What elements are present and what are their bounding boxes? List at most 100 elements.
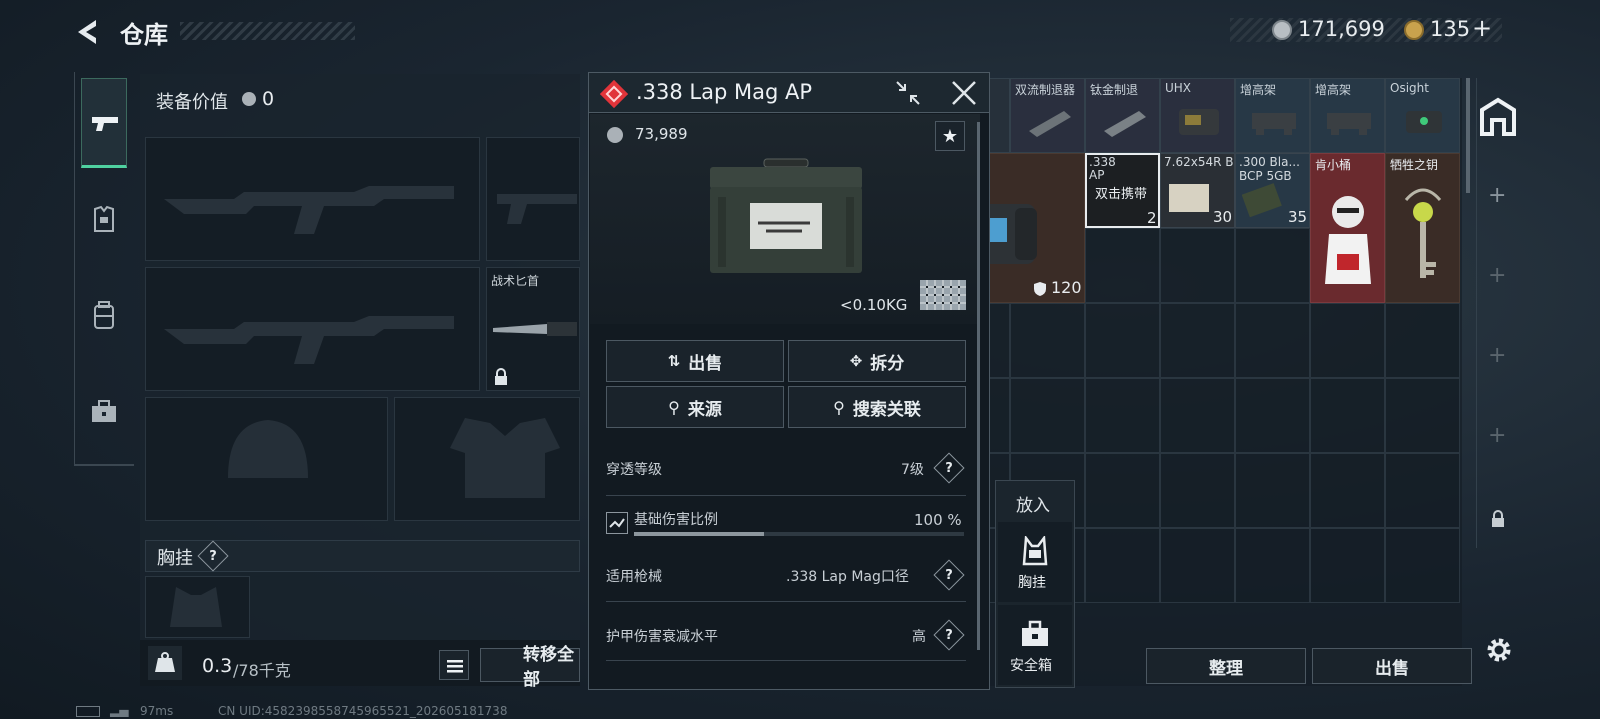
user-uid: CN UID:4582398558745965521_202605181738 bbox=[218, 704, 508, 718]
storage-item-ammo-762[interactable]: 7.62x54R B 30 bbox=[1160, 153, 1235, 228]
storage-tab-home[interactable] bbox=[1478, 96, 1518, 138]
add-storage-tab-button[interactable]: + bbox=[1488, 423, 1506, 448]
popup-sell-button[interactable]: ⇅ 出售 bbox=[606, 340, 784, 382]
armor-slot[interactable] bbox=[394, 397, 580, 521]
popup-split-button[interactable]: ✥ 拆分 bbox=[788, 340, 966, 382]
storage-grid-cell[interactable] bbox=[1160, 228, 1235, 303]
storage-grid-cell[interactable] bbox=[1160, 303, 1235, 378]
storage-grid-cell[interactable] bbox=[1385, 453, 1460, 528]
stat-value: 高 bbox=[912, 629, 926, 645]
tab-backpack[interactable] bbox=[81, 292, 127, 342]
ammo-box-icon bbox=[1242, 183, 1282, 218]
rifle-silhouette-icon bbox=[164, 186, 454, 234]
tab-case[interactable] bbox=[81, 388, 127, 438]
popup-scrollbar[interactable] bbox=[977, 122, 980, 650]
red-dot-sight-icon bbox=[1406, 111, 1442, 133]
muzzle-brake-icon bbox=[1104, 111, 1146, 137]
storage-grid-cell[interactable] bbox=[1385, 303, 1460, 378]
star-icon: ★ bbox=[941, 125, 959, 147]
weight-total: /78千克 bbox=[233, 661, 291, 680]
riser-mount-icon bbox=[1327, 113, 1371, 135]
storage-top-item[interactable]: 增高架 bbox=[1235, 78, 1310, 153]
storage-grid-cell[interactable] bbox=[1235, 228, 1310, 303]
transfer-all-button[interactable]: 转移全部 bbox=[480, 645, 580, 690]
search-icon: ⚲ bbox=[668, 397, 680, 417]
storage-grid-cell[interactable] bbox=[1160, 453, 1235, 528]
scope-icon bbox=[1179, 109, 1219, 135]
storage-grid-cell[interactable] bbox=[1085, 228, 1160, 303]
storage-grid-cell[interactable] bbox=[1310, 378, 1385, 453]
coin-icon bbox=[242, 92, 256, 106]
storage-grid-cell[interactable] bbox=[1310, 528, 1385, 603]
storage-item-ammo-300[interactable]: .300 Bla... BCP 5GB 35 bbox=[1235, 153, 1310, 228]
double-click-carry-overlay: 双击携带 bbox=[1095, 187, 1148, 202]
storage-sell-button[interactable]: 出售 bbox=[1312, 648, 1472, 684]
favorite-button[interactable]: ★ bbox=[935, 121, 965, 151]
storage-item-sacrifice-key[interactable]: 牺牲之钥 bbox=[1385, 153, 1460, 303]
knife-slot[interactable]: 战术匕首 bbox=[486, 267, 580, 391]
storage-top-item[interactable]: 钛金制退 bbox=[1085, 78, 1160, 153]
secondary-weapon-slot[interactable] bbox=[145, 267, 480, 391]
storage-grid-cell[interactable] bbox=[1310, 303, 1385, 378]
storage-grid-cell[interactable] bbox=[1235, 378, 1310, 453]
popup-source-button[interactable]: ⚲ 来源 bbox=[606, 386, 784, 428]
storage-item-ammo-338[interactable]: .338 AP 双击携带 2 bbox=[1085, 153, 1160, 228]
add-storage-tab-button[interactable]: + bbox=[1488, 183, 1506, 208]
storage-grid-cell[interactable] bbox=[1085, 528, 1160, 603]
storage-grid-cell[interactable] bbox=[1160, 378, 1235, 453]
storage-grid-cell[interactable] bbox=[1010, 378, 1085, 453]
storage-top-item[interactable]: UHX bbox=[1160, 78, 1235, 153]
lock-icon bbox=[495, 368, 507, 385]
storage-grid-cell[interactable] bbox=[1235, 303, 1310, 378]
storage-top-item[interactable]: 增高架 bbox=[1310, 78, 1385, 153]
put-in-chest-rig-button[interactable]: 胸挂 bbox=[998, 522, 1072, 602]
armor-shield-icon bbox=[1034, 282, 1046, 296]
item-count: 120 bbox=[1051, 278, 1082, 297]
popup-search-related-button[interactable]: ⚲ 搜索关联 bbox=[788, 386, 966, 428]
storage-item-kfc-bucket[interactable]: 肯小桶 bbox=[1310, 153, 1385, 303]
split-icon: ✥ bbox=[849, 352, 863, 370]
search-icon: ⚲ bbox=[833, 397, 845, 417]
add-currency-button[interactable]: + bbox=[1472, 14, 1492, 42]
storage-grid-cell[interactable] bbox=[1160, 528, 1235, 603]
storage-grid-cell[interactable] bbox=[1235, 453, 1310, 528]
storage-scrollbar[interactable] bbox=[1466, 78, 1470, 193]
item-price: 73,989 bbox=[635, 125, 688, 143]
collapse-button[interactable] bbox=[893, 78, 923, 108]
add-storage-tab-button[interactable]: + bbox=[1488, 343, 1506, 368]
list-view-button[interactable] bbox=[439, 650, 469, 680]
tab-armor[interactable] bbox=[81, 195, 127, 245]
gold-coin-icon bbox=[1404, 20, 1424, 40]
settings-button[interactable] bbox=[1483, 634, 1515, 666]
weight-icon bbox=[148, 646, 182, 680]
sell-icon: ⇅ bbox=[667, 352, 681, 370]
storage-grid-cell[interactable] bbox=[1385, 378, 1460, 453]
add-storage-tab-button[interactable]: + bbox=[1488, 263, 1506, 288]
sort-button[interactable]: 整理 bbox=[1146, 648, 1306, 684]
put-in-safe-box-button[interactable]: 安全箱 bbox=[998, 605, 1072, 685]
storage-grid-cell[interactable] bbox=[1385, 528, 1460, 603]
chest-rig-slot[interactable] bbox=[145, 576, 250, 638]
storage-top-item[interactable]: Osight bbox=[1385, 78, 1460, 153]
storage-grid-cell[interactable] bbox=[1085, 303, 1160, 378]
storage-grid-cell[interactable] bbox=[1010, 303, 1085, 378]
storage-grid-cell[interactable] bbox=[1085, 378, 1160, 453]
sidearm-slot[interactable] bbox=[486, 137, 580, 261]
back-button[interactable] bbox=[72, 16, 104, 48]
damage-ratio-track bbox=[634, 532, 964, 536]
storage-grid-cell[interactable] bbox=[1085, 453, 1160, 528]
close-button[interactable] bbox=[949, 78, 979, 108]
storage-grid-cell[interactable] bbox=[1310, 453, 1385, 528]
divider bbox=[606, 495, 966, 496]
tab-weapons[interactable] bbox=[81, 78, 127, 168]
helmet-slot[interactable] bbox=[145, 397, 388, 521]
knife-icon bbox=[493, 322, 577, 336]
item-size-grid-icon bbox=[920, 280, 966, 310]
storage-grid-cell[interactable] bbox=[1235, 528, 1310, 603]
knife-label: 战术匕首 bbox=[491, 274, 540, 288]
primary-weapon-slot[interactable] bbox=[145, 137, 480, 261]
put-in-label: 放入 bbox=[1016, 496, 1050, 516]
stat-label: 适用枪械 bbox=[606, 569, 662, 585]
storage-top-item[interactable]: 双流制退器 bbox=[1010, 78, 1085, 153]
item-count: 30 bbox=[1213, 208, 1233, 226]
